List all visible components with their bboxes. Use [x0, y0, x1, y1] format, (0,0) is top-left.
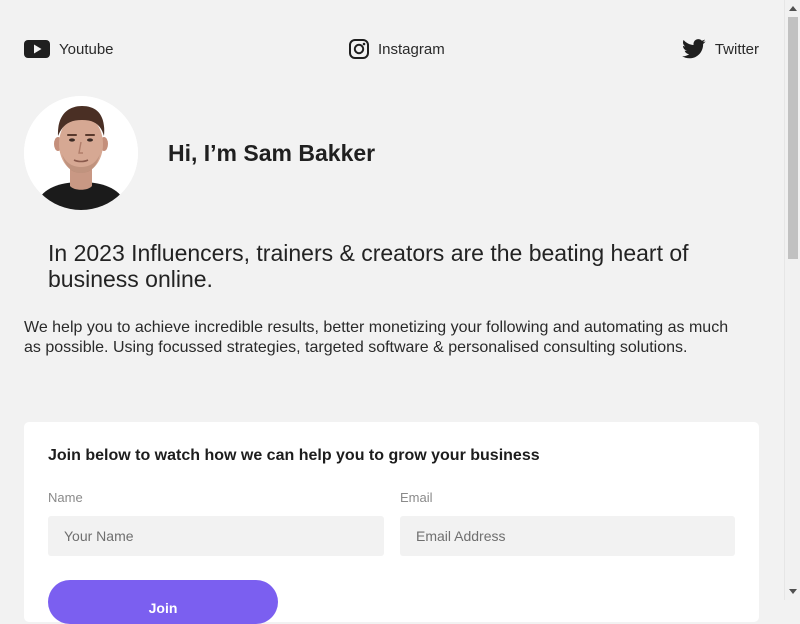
- email-input[interactable]: [400, 516, 735, 556]
- youtube-icon: [24, 40, 50, 58]
- name-label: Name: [48, 490, 83, 505]
- profile-photo: [24, 96, 138, 210]
- name-input[interactable]: [48, 516, 384, 556]
- youtube-link[interactable]: Youtube: [24, 36, 114, 62]
- signup-title: Join below to watch how we can help you …: [48, 447, 540, 464]
- scrollbar[interactable]: [784, 0, 800, 600]
- twitter-icon: [681, 39, 706, 59]
- youtube-label: Youtube: [59, 40, 114, 58]
- twitter-link[interactable]: Twitter: [681, 36, 759, 62]
- join-button[interactable]: Join: [48, 580, 278, 624]
- scroll-thumb[interactable]: [788, 17, 798, 259]
- scroll-down-arrow-icon[interactable]: [785, 583, 800, 600]
- greeting-heading: Hi, I’m Sam Bakker: [168, 140, 376, 166]
- scroll-up-arrow-icon[interactable]: [785, 0, 800, 17]
- headline: In 2023 Influencers, trainers & creators…: [48, 240, 689, 292]
- landing-page: Youtube Instagram Twitter Hi, I’m Sam Ba…: [0, 0, 784, 624]
- instagram-link[interactable]: Instagram: [349, 36, 445, 62]
- instagram-icon: [349, 39, 369, 59]
- email-label: Email: [400, 490, 433, 505]
- avatar: [24, 96, 138, 210]
- intro-paragraph: We help you to achieve incredible result…: [24, 319, 729, 356]
- instagram-label: Instagram: [378, 40, 445, 58]
- signup-card: Join below to watch how we can help you …: [24, 422, 759, 624]
- twitter-label: Twitter: [714, 40, 759, 58]
